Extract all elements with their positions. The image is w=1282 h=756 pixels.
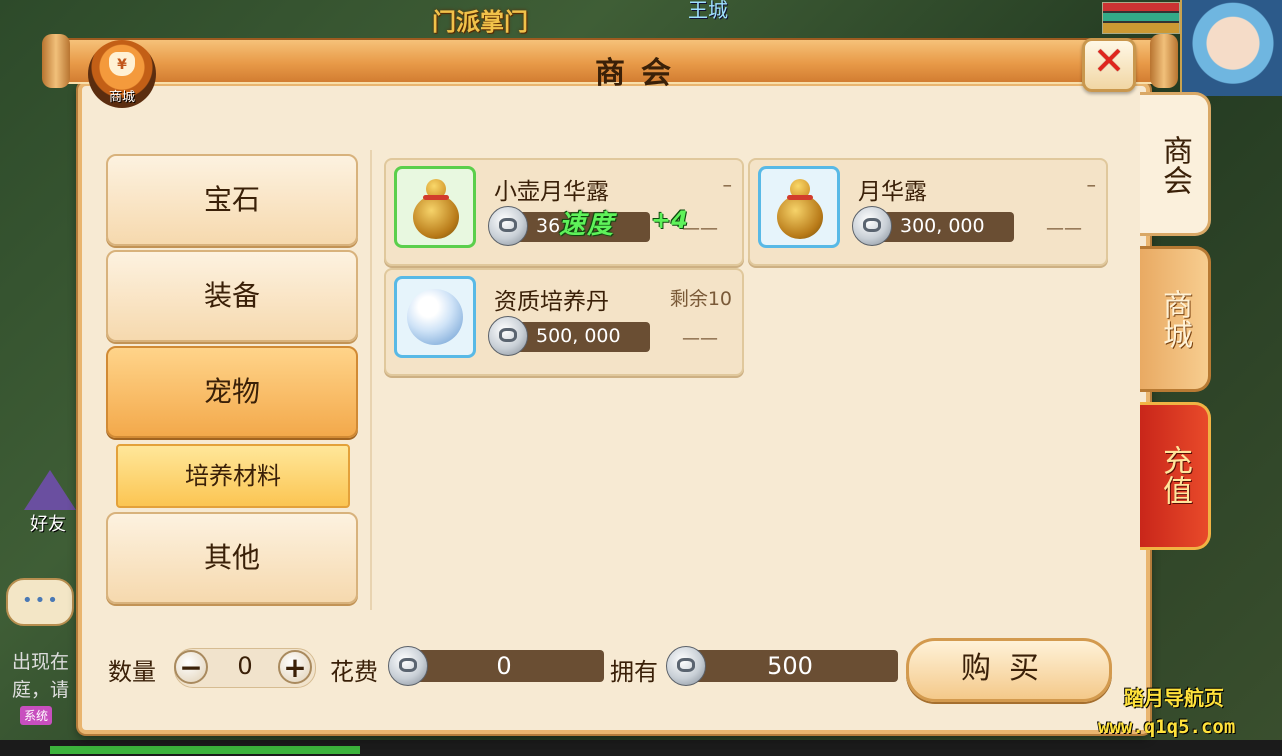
wizard-hat-icon xyxy=(24,470,76,510)
divider xyxy=(370,150,372,610)
category-pet[interactable]: 宠物 xyxy=(106,346,358,438)
owned-label: 拥有 xyxy=(610,658,658,686)
stat-popup-value: +4 xyxy=(651,206,688,234)
stat-popup-label: 速度 xyxy=(559,210,616,240)
cost-label: 花费 xyxy=(330,658,378,686)
gourd-icon xyxy=(777,179,823,239)
friend-label: 好友 xyxy=(30,514,66,535)
item-remaining: 剩余10 xyxy=(669,288,732,310)
silver-coin-icon xyxy=(666,646,706,686)
subcategory-training-material[interactable]: 培养材料 xyxy=(116,444,350,508)
item-price-bar: 500, 000 xyxy=(488,316,650,356)
item-name: 小壶月华露 xyxy=(494,179,609,205)
gourd-icon xyxy=(413,179,459,239)
tab-chamber[interactable]: 商会 xyxy=(1140,92,1211,236)
category-gem[interactable]: 宝石 xyxy=(106,154,358,246)
silver-coin-icon xyxy=(852,206,892,246)
silver-coin-icon xyxy=(488,316,528,356)
bottom-status-bar xyxy=(0,740,1282,756)
item-price: 300, 000 xyxy=(900,215,985,237)
silver-coin-icon xyxy=(388,646,428,686)
silver-coin-icon xyxy=(488,206,528,246)
xp-bar xyxy=(50,746,360,754)
item-price-bar: 300, 000 xyxy=(852,206,1014,246)
category-other[interactable]: 其他 xyxy=(106,512,358,604)
system-tag: 系统 xyxy=(20,706,53,725)
player-status-bars xyxy=(1102,2,1180,34)
close-icon: ✕ xyxy=(1093,39,1125,83)
shop-badge-label: 商城 xyxy=(108,90,135,105)
item-remaining: – xyxy=(1086,174,1097,196)
watermark-url: www.q1q5.com xyxy=(1098,716,1236,738)
tab-label: 商会 xyxy=(1157,135,1192,195)
item-price: 500, 000 xyxy=(536,325,621,347)
tab-recharge[interactable]: 充值 xyxy=(1140,402,1211,550)
quantity-label: 数量 xyxy=(108,658,156,686)
tab-label: 充值 xyxy=(1157,445,1192,505)
buy-button[interactable]: 购买 xyxy=(906,638,1112,702)
owned-bar: 500 xyxy=(682,650,898,682)
cost-value: 0 xyxy=(496,652,512,680)
item-price-dash: —— xyxy=(682,328,718,349)
item-icon-frame xyxy=(758,166,840,248)
quantity-value[interactable]: 0 xyxy=(230,652,260,680)
chat-dots-icon: ••• xyxy=(22,590,60,611)
item-icon-frame xyxy=(394,166,476,248)
map-subtitle: 王城 xyxy=(688,0,728,22)
map-title: 门派掌门 xyxy=(432,8,528,36)
item-card[interactable]: 资质培养丹 剩余10 500, 000 —— xyxy=(384,268,744,376)
close-button[interactable]: ✕ xyxy=(1082,38,1136,92)
item-card[interactable]: 月华露 – 300, 000 —— xyxy=(748,158,1108,266)
owned-value: 500 xyxy=(767,652,813,680)
increment-button[interactable]: + xyxy=(278,650,312,684)
tab-label: 商城 xyxy=(1157,289,1192,349)
category-equipment[interactable]: 装备 xyxy=(106,250,358,342)
item-name: 月华露 xyxy=(858,179,927,205)
cost-bar: 0 xyxy=(404,650,604,682)
tab-mall[interactable]: 商城 xyxy=(1140,246,1211,392)
item-name: 资质培养丹 xyxy=(494,289,609,315)
item-price-dash: —— xyxy=(1046,218,1082,239)
shop-badge: ¥ 商城 xyxy=(88,40,156,108)
money-bag-icon: ¥ xyxy=(109,52,135,76)
decrement-button[interactable]: − xyxy=(174,650,208,684)
friend-button[interactable]: 好友 xyxy=(18,470,82,540)
item-price: 36 xyxy=(536,215,561,237)
watermark-title: 踏月导航页 xyxy=(1124,686,1224,710)
item-icon-frame xyxy=(394,276,476,358)
pearl-icon xyxy=(407,289,463,345)
chat-bubble-button[interactable]: ••• xyxy=(6,578,74,626)
item-remaining: – xyxy=(722,174,733,196)
